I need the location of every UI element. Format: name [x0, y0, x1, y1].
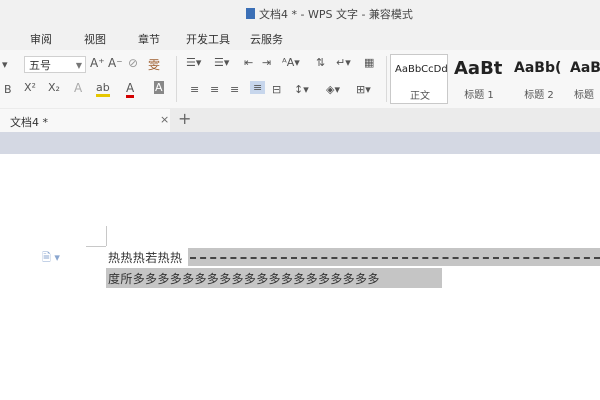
grow-font-button[interactable]: A⁺: [90, 56, 105, 70]
style-label: 正文: [410, 91, 430, 102]
style-preview: AaBt: [454, 58, 503, 79]
tab-label: 文档4 *: [10, 116, 48, 129]
align-right-icon[interactable]: ≡: [230, 83, 239, 96]
style-normal[interactable]: AaBbCcDd 正文: [390, 54, 448, 104]
style-label: 标题 1: [464, 90, 494, 101]
increase-indent-icon[interactable]: ⇥: [262, 56, 271, 69]
style-label: 标题 2: [524, 90, 554, 101]
margin-marker-vertical: [106, 226, 107, 246]
menu-cloud-service[interactable]: 云服务: [250, 31, 283, 47]
text-effect-button[interactable]: A: [74, 81, 82, 95]
table-border-icon[interactable]: ▦: [364, 56, 374, 69]
document-tab-bar: 文档4 * × +: [0, 108, 600, 132]
bold-button[interactable]: B: [4, 83, 12, 96]
distributed-align-icon[interactable]: ⊟: [272, 83, 281, 96]
dashed-rule: [190, 257, 600, 259]
align-left-icon[interactable]: ≡: [190, 83, 199, 96]
decrease-indent-icon[interactable]: ⇤: [244, 56, 253, 69]
menu-bar: 审阅 视图 章节 开发工具 云服务: [0, 26, 600, 50]
sort-icon[interactable]: ⇅: [316, 56, 325, 69]
title-bar: 文档4 * - WPS 文字 - 兼容模式: [0, 0, 600, 26]
bullet-list-icon[interactable]: ☰▾: [186, 56, 201, 69]
style-label: 标题: [574, 90, 594, 101]
style-preview: AaBl: [570, 60, 600, 76]
menu-view[interactable]: 视图: [84, 31, 106, 47]
highlight-button[interactable]: ab: [96, 81, 110, 97]
superscript-button[interactable]: X²: [24, 81, 36, 94]
paragraph-handle-icon[interactable]: 🗎 ▾: [42, 249, 60, 268]
shrink-font-button[interactable]: A⁻: [108, 56, 123, 70]
justify-icon[interactable]: ≡: [250, 81, 266, 94]
window-title: 文档4 * - WPS 文字 - 兼容模式: [246, 6, 413, 22]
style-heading-2[interactable]: AaBb( 标题 2: [510, 54, 568, 104]
document-tab[interactable]: 文档4 * ×: [0, 109, 170, 132]
font-size-dropdown[interactable]: 五号 ▼: [24, 56, 86, 73]
menu-chapter[interactable]: 章节: [138, 31, 160, 47]
chevron-down-icon: ▼: [75, 61, 82, 70]
divider: [176, 56, 177, 102]
show-marks-icon[interactable]: ↵▾: [336, 56, 351, 69]
document-icon: [246, 8, 255, 19]
style-title[interactable]: AaBl 标题: [568, 54, 600, 104]
margin-marker-horizontal: [86, 246, 106, 247]
ruler-band: [0, 132, 600, 154]
char-shading-button[interactable]: A: [154, 81, 164, 94]
align-center-icon[interactable]: ≡: [210, 83, 219, 96]
document-text-line-1[interactable]: 热热热若热热: [108, 249, 182, 266]
style-preview: AaBbCcDd: [395, 64, 448, 75]
border-icon[interactable]: ⊞▾: [356, 83, 371, 96]
numbered-list-icon[interactable]: ☰▾: [214, 56, 229, 69]
font-name-dropdown-chevron[interactable]: ▾: [2, 58, 8, 71]
add-tab-icon[interactable]: +: [178, 109, 191, 128]
font-color-button[interactable]: A: [126, 81, 135, 98]
style-preview: AaBb(: [514, 60, 562, 76]
style-heading-1[interactable]: AaBt 标题 1: [450, 54, 508, 104]
styles-gallery: AaBbCcDd 正文 AaBt 标题 1 AaBb( 标题 2 AaBl 标题: [390, 54, 600, 104]
menu-review[interactable]: 审阅: [30, 31, 52, 47]
menu-developer-tools[interactable]: 开发工具: [186, 31, 230, 47]
clear-format-icon[interactable]: ⊘: [128, 56, 138, 70]
change-case-icon[interactable]: ᴬA▾: [282, 56, 300, 69]
close-icon[interactable]: ×: [160, 113, 169, 126]
subscript-button[interactable]: X₂: [48, 81, 60, 94]
document-text-line-2[interactable]: 度所多多多多多多多多多多多多多多多多多多多多: [108, 270, 380, 287]
divider: [386, 56, 387, 102]
phonetic-guide-button[interactable]: 雯: [148, 56, 160, 73]
line-spacing-icon[interactable]: ↕▾: [294, 83, 309, 96]
paragraph-shading-icon[interactable]: ◈▾: [326, 83, 340, 96]
